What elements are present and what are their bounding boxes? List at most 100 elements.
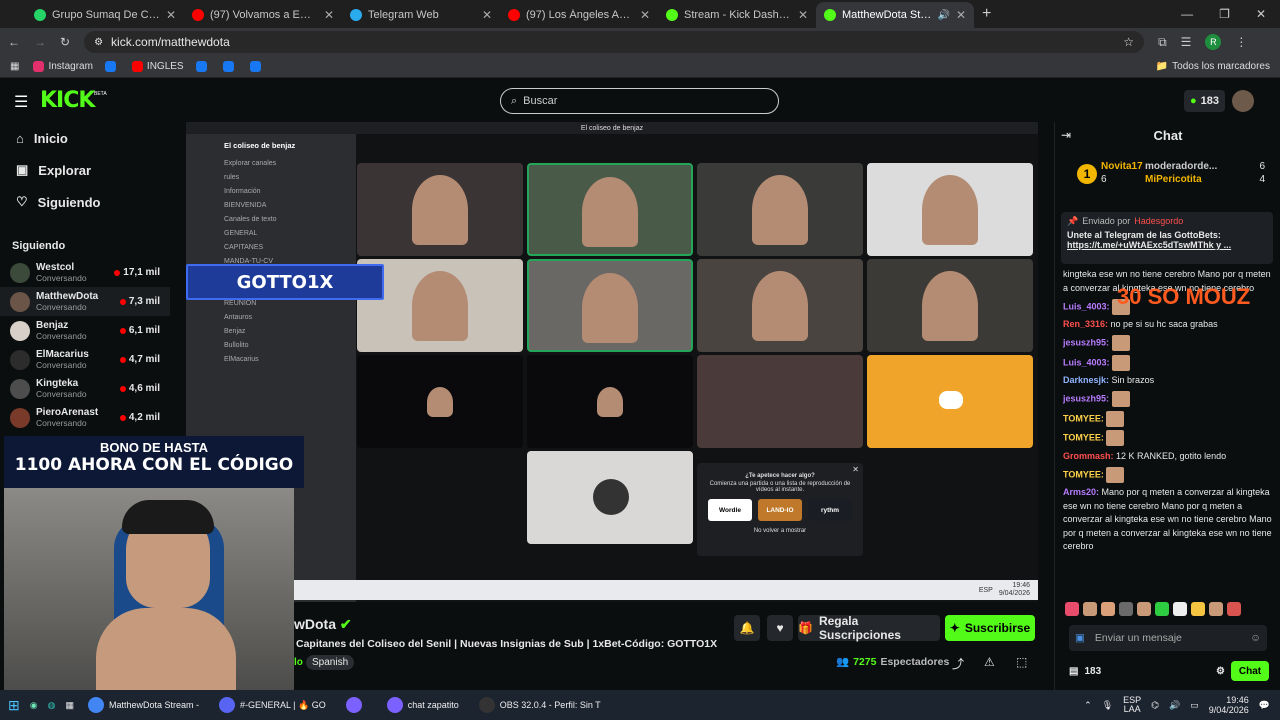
chat-username[interactable]: TOMYEE: [1063, 469, 1104, 479]
input-language[interactable]: ESP LAA [1123, 696, 1141, 714]
bookmark-item[interactable] [195, 61, 211, 72]
tray-chevron-icon[interactable]: ⌃ [1084, 700, 1092, 711]
kick-logo[interactable]: KICK [40, 88, 95, 113]
chat-username[interactable]: jesuszh95: [1063, 393, 1109, 403]
bookmark-star-icon[interactable]: ☆ [1123, 35, 1134, 49]
back-button[interactable]: ← [8, 35, 20, 49]
emote-icon[interactable] [1119, 602, 1133, 616]
tab-close-icon[interactable]: ✕ [166, 8, 176, 22]
bookmark-item[interactable]: Instagram [33, 61, 93, 72]
address-bar[interactable]: ⚙ kick.com/matthewdota ☆ [84, 31, 1145, 53]
windows-start-icon[interactable]: ⊞ [8, 697, 20, 714]
chat-input[interactable]: ▣ Enviar un mensaje ☺ [1069, 625, 1267, 651]
hamburger-menu-icon[interactable]: ☰ [14, 92, 28, 112]
emote-icon[interactable] [1065, 602, 1079, 616]
clip-icon[interactable]: ⬚ [1016, 655, 1027, 669]
search-input[interactable]: ⌕ Buscar [500, 88, 779, 114]
user-avatar[interactable] [1232, 90, 1254, 112]
nav-inicio[interactable]: ⌂ Inicio [0, 122, 170, 154]
activity-close-icon[interactable]: ✕ [852, 465, 859, 474]
stream-category[interactable]: lo [294, 657, 303, 668]
battery-icon[interactable]: ▭ [1190, 700, 1199, 711]
share-icon[interactable]: ⤴ [952, 655, 964, 672]
browser-tab[interactable]: MatthewDota Stream - Watch Live 🔊 ✕ [816, 2, 974, 28]
settings-icon[interactable]: ⚙ [1216, 666, 1225, 677]
bookmark-item[interactable]: INGLES [131, 61, 184, 72]
chat-username[interactable]: Luis_4003: [1063, 357, 1110, 367]
bookmark-item[interactable] [249, 61, 265, 72]
minimize-button[interactable]: — [1181, 7, 1193, 21]
all-bookmarks[interactable]: 📁 Todos los marcadores [1156, 61, 1270, 72]
bookmark-item[interactable] [222, 61, 238, 72]
tab-close-icon[interactable]: ✕ [956, 8, 966, 22]
browser-tab[interactable]: Telegram Web ✕ [342, 2, 500, 28]
taskbar-app[interactable] [342, 693, 371, 717]
taskbar-app[interactable]: OBS 32.0.4 - Perfil: Sin T [475, 693, 605, 717]
followed-channel[interactable]: Westcol Conversando 17,1 mil [0, 258, 170, 287]
mic-icon[interactable]: 🎙 [1102, 700, 1113, 711]
activity-app-button[interactable]: Wordle [708, 499, 752, 521]
followed-channel[interactable]: Kingteka Conversando 4,6 mil [0, 374, 170, 403]
browser-tab[interactable]: (97) Los Ángeles Azules - Nunca Es Sufic… [500, 2, 658, 28]
volume-icon[interactable]: 🔊 [1169, 700, 1180, 711]
emote-icon[interactable] [1083, 602, 1097, 616]
points-badge[interactable]: ● 183 [1184, 90, 1226, 112]
chat-username[interactable]: Luis_4003: [1063, 301, 1110, 311]
store-icon[interactable]: ▦ [65, 700, 74, 711]
followed-channel[interactable]: Benjaz Conversando 6,1 mil [0, 316, 170, 345]
taskbar-app[interactable]: chat zapatito [383, 693, 463, 717]
notifications-button[interactable]: 🔔 [734, 615, 760, 641]
followed-channel[interactable]: PieroArenast Conversando 4,2 mil [0, 403, 170, 432]
emote-icon[interactable] [1209, 602, 1223, 616]
taskbar-app[interactable]: #-GENERAL | 🔥 GO [215, 693, 330, 717]
emote-icon[interactable] [1173, 602, 1187, 616]
follow-button[interactable]: ♥ [767, 615, 793, 641]
activity-app-button[interactable]: LAND-IO [758, 499, 802, 521]
maximize-button[interactable]: ❐ [1219, 7, 1230, 21]
emote-icon[interactable] [1137, 602, 1151, 616]
extensions-icon[interactable]: ⧉ [1158, 35, 1167, 50]
new-tab-button[interactable]: + [982, 5, 991, 23]
stream-player[interactable]: El coliseo de benjaz El coliseo de benja… [186, 122, 1038, 602]
chat-username[interactable]: jesuszh95: [1063, 337, 1109, 347]
emoji-icon[interactable]: ☺ [1250, 632, 1261, 644]
emote-icon[interactable] [1101, 602, 1115, 616]
notifications-icon[interactable]: 💬 [1259, 700, 1270, 711]
chat-username[interactable]: Ren_3316: [1063, 319, 1108, 329]
leader-name[interactable]: moderadorde... [1145, 160, 1217, 173]
search-taskbar-icon[interactable]: ◉ [30, 700, 38, 711]
activity-checkbox[interactable]: No volver a mostrar [703, 528, 857, 534]
bookmark-item[interactable] [104, 61, 120, 72]
edge-icon[interactable]: ◍ [48, 700, 56, 711]
taskbar-app[interactable]: MatthewDota Stream - [84, 693, 203, 717]
tab-close-icon[interactable]: ✕ [324, 8, 334, 22]
tab-close-icon[interactable]: ✕ [798, 8, 808, 22]
language-tag[interactable]: Spanish [306, 655, 355, 670]
followed-channel[interactable]: ElMacarius Conversando 4,7 mil [0, 345, 170, 374]
chat-username[interactable]: Arms20: [1063, 487, 1099, 497]
taskbar-clock[interactable]: 19:46 9/04/2026 [1209, 695, 1249, 715]
pinned-link[interactable]: https://t.me/+uWtAExc5dTswMThk y ... [1067, 240, 1267, 250]
chat-username[interactable]: Grommash: [1063, 451, 1114, 461]
nav-siguiendo[interactable]: ♡ Siguiendo [0, 186, 170, 218]
channel-name[interactable]: wDota ✔ [294, 616, 352, 633]
menu-icon[interactable]: ⋮ [1235, 35, 1247, 49]
chat-username[interactable]: TOMYEE: [1063, 432, 1104, 442]
tab-audio-icon[interactable]: 🔊 [937, 10, 949, 21]
followed-channel[interactable]: MatthewDota Conversando 7,3 mil [0, 287, 170, 316]
send-chat-button[interactable]: Chat [1231, 661, 1269, 681]
forward-button[interactable]: → [34, 35, 46, 49]
chat-username[interactable]: Darknesjk: [1063, 375, 1109, 385]
tab-close-icon[interactable]: ✕ [640, 8, 650, 22]
site-info-icon[interactable]: ⚙ [94, 37, 103, 48]
close-window-button[interactable]: ✕ [1256, 7, 1266, 21]
pinned-message[interactable]: 📌 Enviado por Hadesgordo Unete al Telegr… [1061, 212, 1273, 264]
profile-avatar[interactable]: R [1205, 34, 1222, 50]
downloads-icon[interactable]: ☰ [1181, 35, 1192, 49]
nav-explorar[interactable]: ▣ Explorar [0, 154, 170, 186]
leader-name[interactable]: MiPericotita [1145, 173, 1202, 186]
apps-icon[interactable]: ▦ [10, 61, 19, 72]
tab-close-icon[interactable]: ✕ [482, 8, 492, 22]
browser-tab[interactable]: Stream - Kick Dashboard ✕ [658, 2, 816, 28]
subscribe-button[interactable]: ✦ Suscribirse [945, 615, 1035, 641]
